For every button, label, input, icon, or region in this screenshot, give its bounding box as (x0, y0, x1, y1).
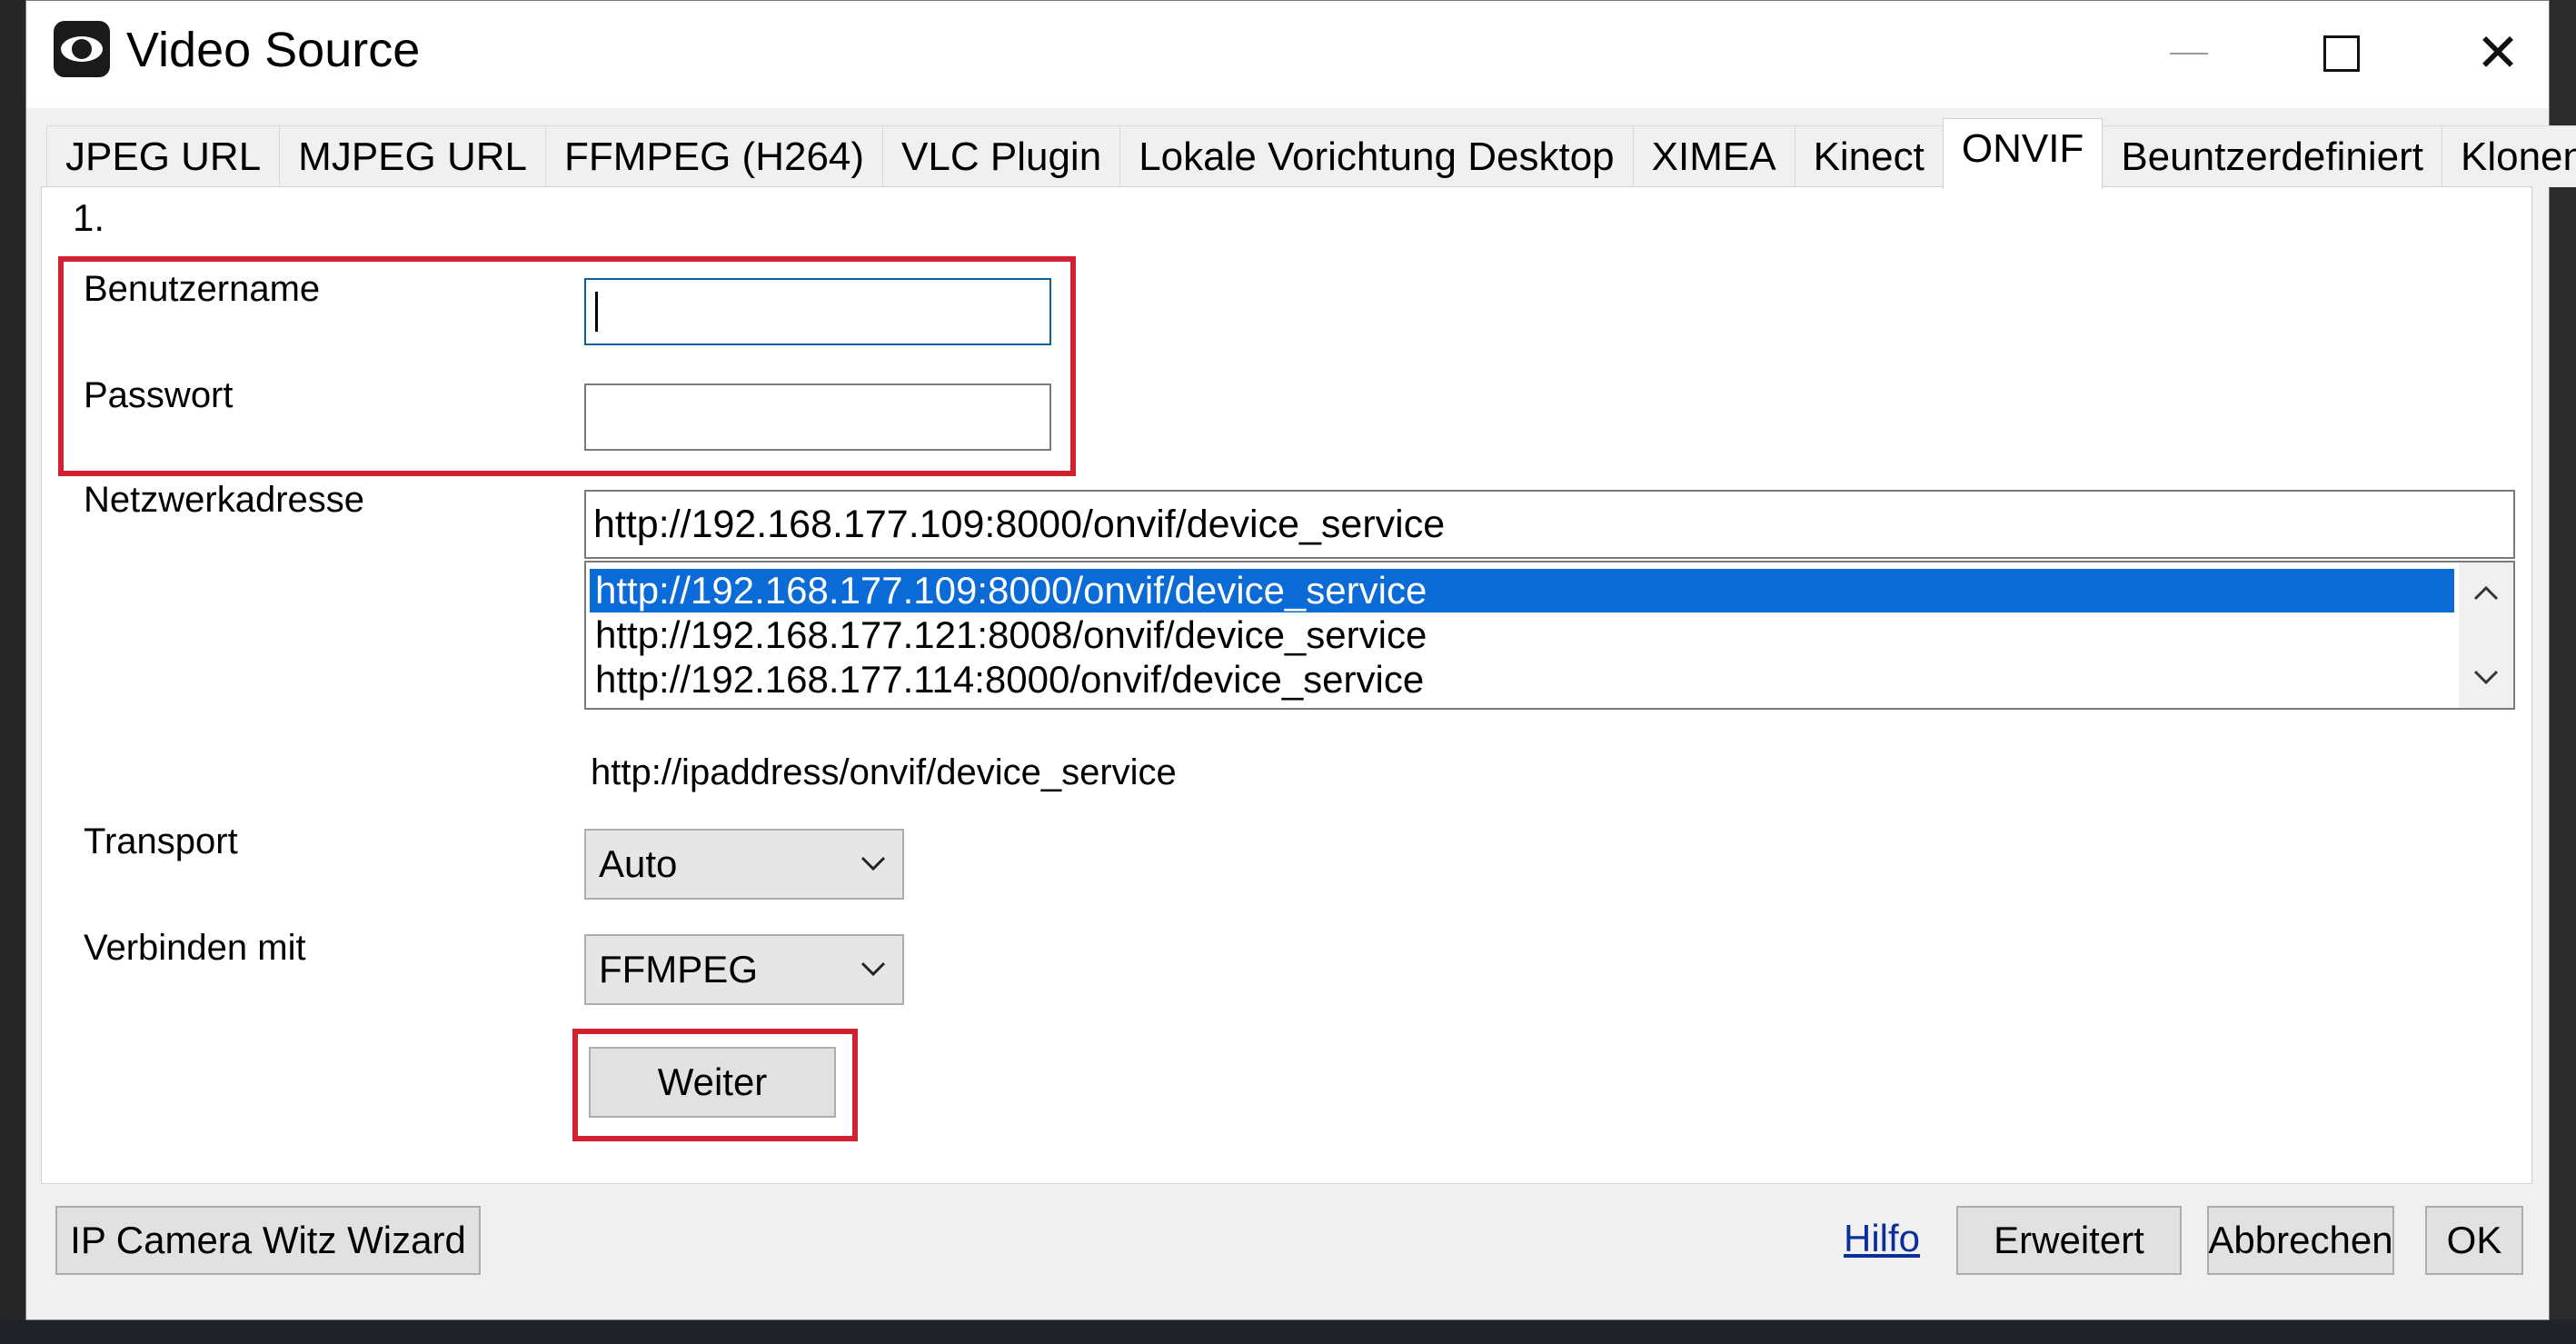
chevron-down-icon[interactable] (2459, 655, 2513, 701)
connect-with-select[interactable]: FFMPEG (584, 934, 904, 1005)
tab-jpeg-url[interactable]: JPEG URL (46, 125, 281, 187)
close-icon: ✕ (2475, 24, 2521, 83)
title-bar[interactable]: Video Source ✕ (26, 1, 2549, 108)
username-input[interactable] (584, 278, 1051, 345)
tab-custom[interactable]: Beuntzerdefiniert (2102, 125, 2442, 187)
close-button[interactable]: ✕ (2434, 10, 2561, 97)
tab-kinect[interactable]: Kinect (1794, 125, 1944, 187)
ip-camera-wizard-button[interactable]: IP Camera Witz Wizard (55, 1206, 481, 1275)
address-option[interactable]: http://192.168.177.109:8000/onvif/device… (590, 569, 2454, 612)
network-address-input[interactable] (584, 490, 2515, 559)
advanced-button[interactable]: Erweitert (1956, 1206, 2182, 1275)
address-option[interactable]: http://192.168.177.114:8000/onvif/device… (590, 658, 2454, 702)
maximize-button[interactable] (2278, 10, 2405, 97)
tab-ximea[interactable]: XIMEA (1632, 125, 1795, 187)
address-format-hint: http://ipaddress/onvif/device_service (591, 752, 1177, 792)
text-caret (595, 292, 598, 332)
tab-clone[interactable]: Klonen (2441, 125, 2576, 187)
screen: Video Source ✕ JPEG URL MJPEG URL FFMPEG… (0, 0, 2576, 1344)
address-option[interactable]: http://192.168.177.121:8008/onvif/device… (590, 613, 2454, 657)
transport-label: Transport (84, 821, 238, 861)
network-address-dropdown-list: http://192.168.177.109:8000/onvif/device… (584, 561, 2515, 710)
next-button[interactable]: Weiter (589, 1047, 836, 1118)
chevron-down-icon (860, 856, 886, 871)
desktop-background-bottom (0, 1319, 2576, 1344)
connect-with-label: Verbinden mit (84, 928, 306, 968)
tab-ffmpeg-h264[interactable]: FFMPEG (H264) (545, 125, 884, 187)
tab-mjpeg-url[interactable]: MJPEG URL (279, 125, 546, 187)
eye-pupil (72, 39, 92, 59)
minimize-icon (2170, 53, 2208, 55)
chevron-up-icon[interactable] (2459, 570, 2513, 615)
username-label: Benutzername (84, 269, 321, 309)
connect-with-selected-value: FFMPEG (599, 948, 758, 991)
tab-local-device-desktop[interactable]: Lokale Vorichtung Desktop (1119, 125, 1634, 187)
tab-vlc-plugin[interactable]: VLC Plugin (882, 125, 1121, 187)
transport-selected-value: Auto (599, 842, 678, 885)
onvif-panel: 1. Benutzername Passwort Netzwerkadresse… (41, 186, 2532, 1184)
tab-onvif[interactable]: ONVIF (1942, 118, 2104, 189)
minimize-button[interactable] (2125, 10, 2253, 97)
cancel-button[interactable]: Abbrechen (2207, 1206, 2394, 1275)
maximize-icon (2323, 35, 2360, 72)
password-label: Passwort (84, 375, 234, 415)
desktop-background-right (2549, 0, 2576, 1344)
video-source-dialog: Video Source ✕ JPEG URL MJPEG URL FFMPEG… (25, 0, 2576, 1320)
tab-strip: JPEG URL MJPEG URL FFMPEG (H264) VLC Plu… (46, 118, 2576, 189)
chevron-down-icon (860, 961, 886, 977)
help-link[interactable]: Hilfo (1844, 1217, 1920, 1260)
step-number: 1. (73, 196, 105, 239)
ok-button[interactable]: OK (2425, 1206, 2523, 1275)
list-scrollbar[interactable] (2459, 562, 2513, 708)
network-address-label: Netzwerkadresse (84, 480, 365, 520)
password-input[interactable] (584, 383, 1051, 451)
eye-app-icon (54, 21, 110, 77)
transport-select[interactable]: Auto (584, 829, 904, 900)
desktop-background-left (0, 0, 27, 1344)
window-title: Video Source (126, 23, 421, 77)
